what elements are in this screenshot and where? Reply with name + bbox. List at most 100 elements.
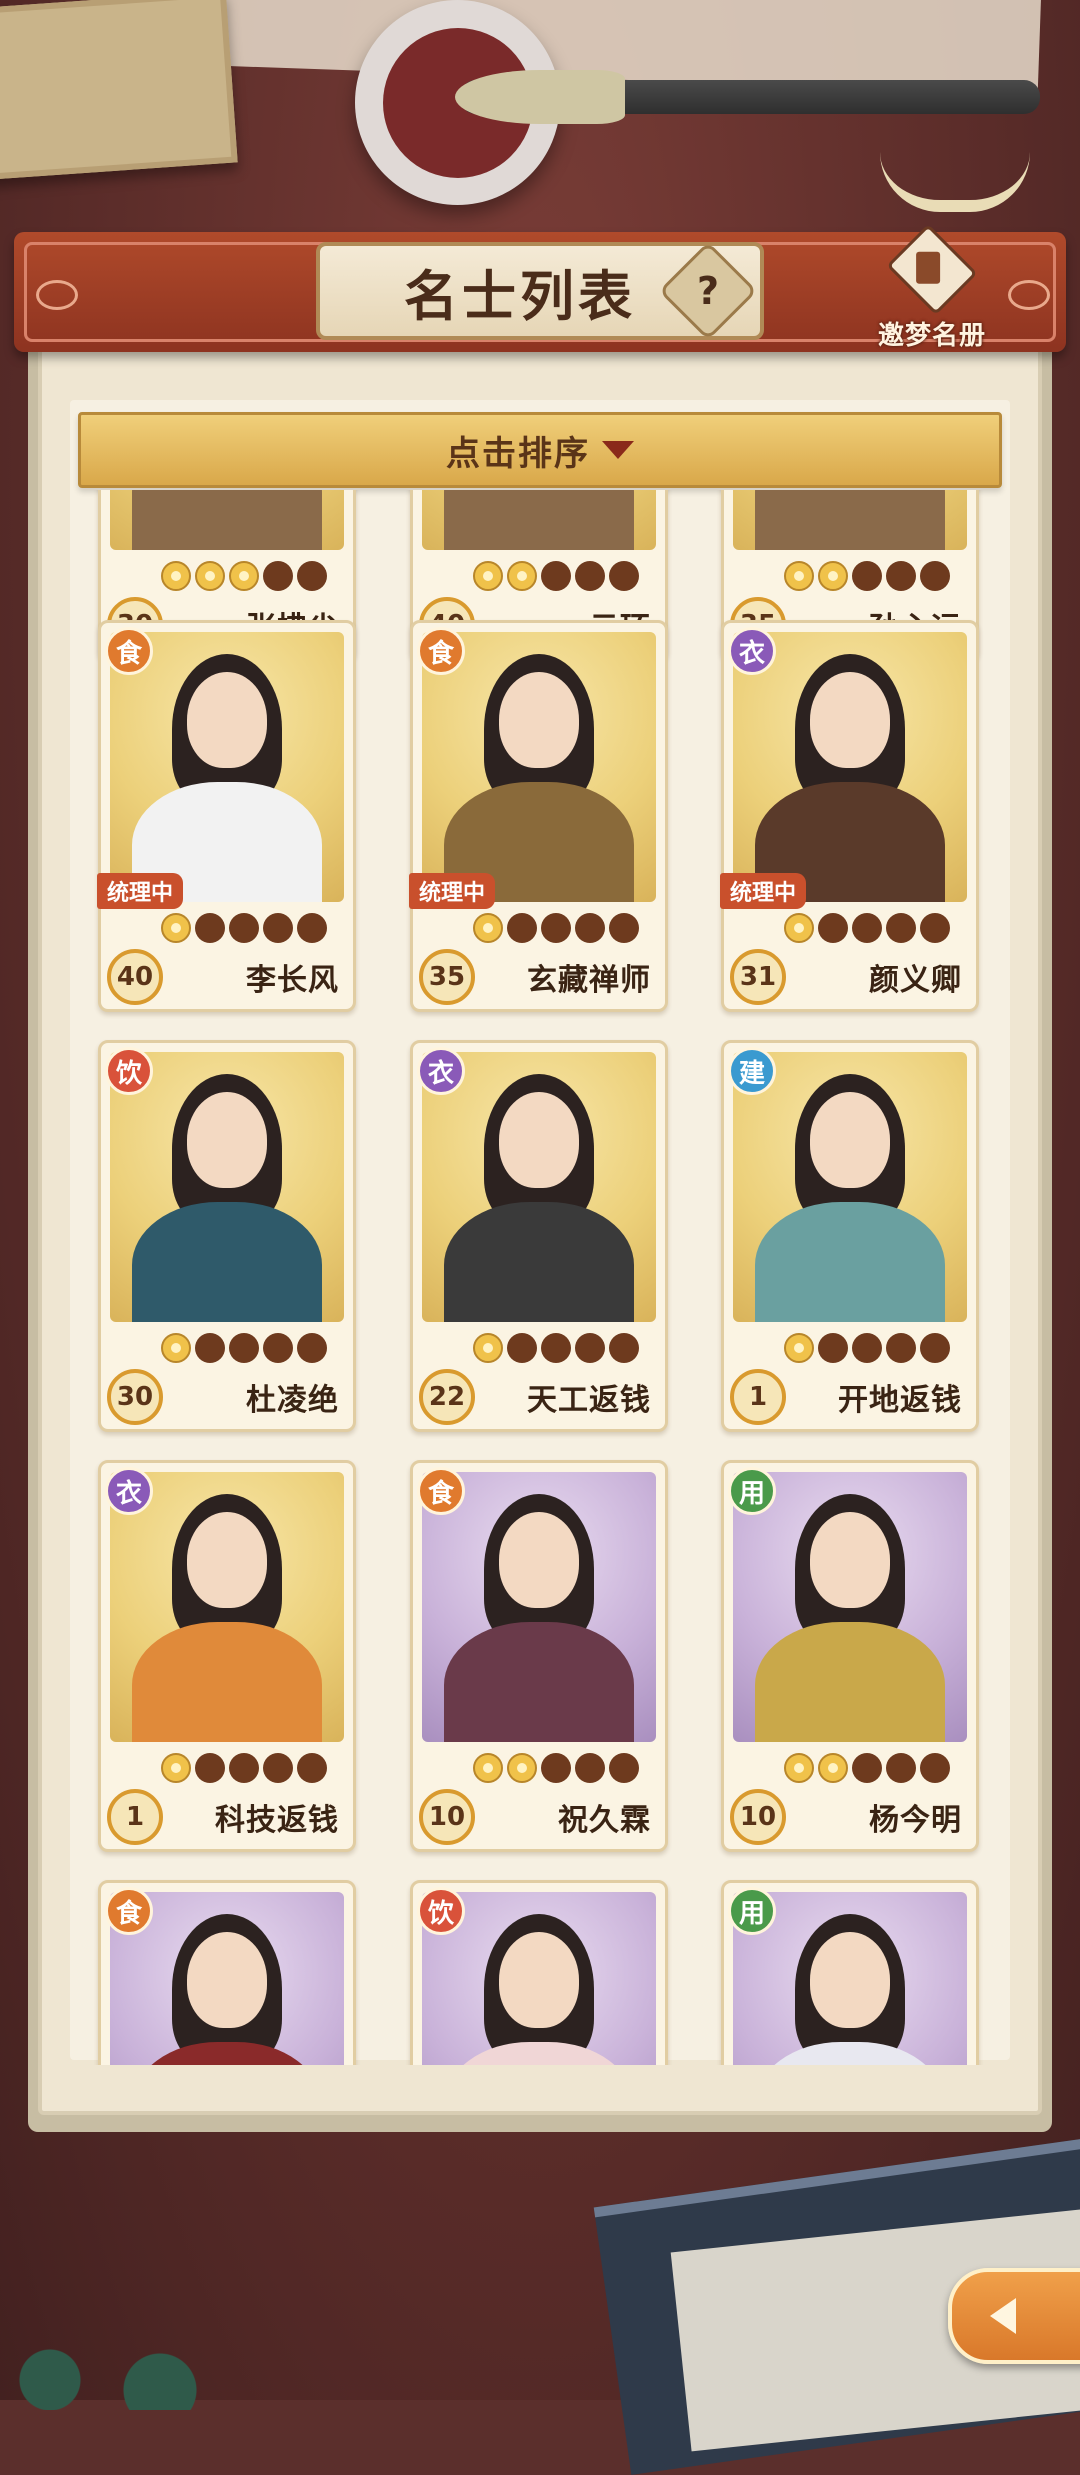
portrait-robe: [132, 490, 322, 550]
brush-tip-decoration: [455, 70, 625, 124]
star-filled-icon: [818, 1753, 848, 1783]
portrait-face: [187, 672, 267, 768]
rank-stars: [784, 913, 950, 945]
character-card[interactable]: 衣 22 天工返钱: [410, 1040, 668, 1432]
star-filled-icon: [473, 561, 503, 591]
rank-stars: [473, 1753, 639, 1785]
character-portrait: [110, 632, 344, 902]
level-badge: 10: [419, 1789, 475, 1845]
star-empty-icon: [575, 913, 605, 943]
star-empty-icon: [886, 1333, 916, 1363]
star-empty-icon: [886, 561, 916, 591]
rank-stars: [161, 561, 327, 593]
banner-ornament-left: [36, 280, 78, 310]
star-filled-icon: [229, 561, 259, 591]
caret-down-icon: [602, 441, 634, 459]
portrait-robe: [132, 1622, 322, 1742]
star-filled-icon: [507, 561, 537, 591]
level-badge: 30: [107, 1369, 163, 1425]
star-filled-icon: [473, 1753, 503, 1783]
character-name: 天工返钱: [527, 1383, 651, 1418]
type-badge: 食: [105, 1887, 153, 1935]
character-card[interactable]: 食统理中 35 玄藏禅师: [409, 620, 668, 1012]
character-card[interactable]: 食: [98, 1880, 356, 2065]
star-filled-icon: [507, 1753, 537, 1783]
star-empty-icon: [920, 561, 950, 591]
level-badge: 10: [730, 1789, 786, 1845]
star-empty-icon: [852, 1333, 882, 1363]
character-card[interactable]: 用: [721, 1880, 979, 2065]
rank-stars: [784, 1753, 950, 1785]
character-card[interactable]: 用 10 杨今明: [721, 1460, 979, 1852]
rank-stars: [473, 1333, 639, 1365]
portrait-robe: [755, 1202, 945, 1322]
sort-button[interactable]: 点击排序: [78, 412, 1002, 488]
star-empty-icon: [609, 913, 639, 943]
star-empty-icon: [507, 913, 537, 943]
managing-tag: 统理中: [409, 873, 496, 909]
type-badge: 用: [728, 1467, 776, 1515]
back-arrow-icon: [990, 2298, 1016, 2334]
star-filled-icon: [161, 913, 191, 943]
character-grid[interactable]: 30张拂尘40云环35孙心远食统理中40李长风食统理中35玄藏禅师衣统理中31颜…: [78, 490, 1002, 2065]
star-filled-icon: [784, 561, 814, 591]
star-empty-icon: [575, 1753, 605, 1783]
character-name: 杜凌绝: [246, 1383, 339, 1418]
level-badge: 1: [107, 1789, 163, 1845]
book-icon: [886, 223, 978, 316]
character-card[interactable]: 衣 1 科技返钱: [98, 1460, 356, 1852]
star-empty-icon: [852, 561, 882, 591]
star-empty-icon: [195, 1753, 225, 1783]
character-card[interactable]: 衣统理中 31 颜义卿: [720, 620, 979, 1012]
star-filled-icon: [195, 561, 225, 591]
type-badge: 衣: [105, 1467, 153, 1515]
portrait-robe: [132, 2042, 322, 2065]
character-card[interactable]: 饮: [410, 1880, 668, 2065]
rank-stars: [473, 913, 639, 945]
character-name: 杨今明: [869, 1803, 962, 1838]
star-empty-icon: [920, 913, 950, 943]
character-portrait: [110, 1052, 344, 1322]
star-filled-icon: [784, 1753, 814, 1783]
portrait-face: [499, 1092, 579, 1188]
star-filled-icon: [161, 1753, 191, 1783]
portrait-robe: [444, 490, 634, 550]
star-empty-icon: [229, 1753, 259, 1783]
star-filled-icon: [818, 561, 848, 591]
rank-stars: [161, 1333, 327, 1365]
character-card[interactable]: 建 1 开地返钱: [721, 1040, 979, 1432]
character-card[interactable]: 食 10 祝久霖: [410, 1460, 668, 1852]
character-portrait: [422, 632, 656, 902]
character-card[interactable]: 食统理中 40 李长风: [97, 620, 356, 1012]
star-empty-icon: [818, 1333, 848, 1363]
portrait-face: [499, 672, 579, 768]
rank-stars: [161, 1753, 327, 1785]
back-button[interactable]: [948, 2268, 1080, 2364]
character-card[interactable]: 饮 30 杜凌绝: [98, 1040, 356, 1432]
rank-stars: [473, 561, 639, 593]
star-empty-icon: [229, 913, 259, 943]
type-badge: 衣: [728, 627, 776, 675]
dream-register-button[interactable]: 邀梦名册: [872, 223, 992, 352]
rank-stars: [161, 913, 327, 945]
star-empty-icon: [263, 1753, 293, 1783]
portrait-robe: [444, 1202, 634, 1322]
character-portrait: [733, 490, 967, 550]
portrait-face: [810, 1932, 890, 2028]
level-badge: 1: [730, 1369, 786, 1425]
star-empty-icon: [920, 1753, 950, 1783]
managing-tag: 统理中: [720, 873, 807, 909]
portrait-face: [187, 1092, 267, 1188]
star-empty-icon: [263, 913, 293, 943]
star-empty-icon: [297, 913, 327, 943]
star-empty-icon: [263, 561, 293, 591]
page-title: 名士列表: [404, 263, 636, 328]
star-empty-icon: [297, 561, 327, 591]
star-empty-icon: [541, 1333, 571, 1363]
portrait-robe: [755, 490, 945, 550]
question-icon: ?: [696, 269, 720, 313]
star-filled-icon: [161, 561, 191, 591]
portrait-face: [810, 672, 890, 768]
star-empty-icon: [886, 913, 916, 943]
level-badge: 40: [107, 949, 163, 1005]
